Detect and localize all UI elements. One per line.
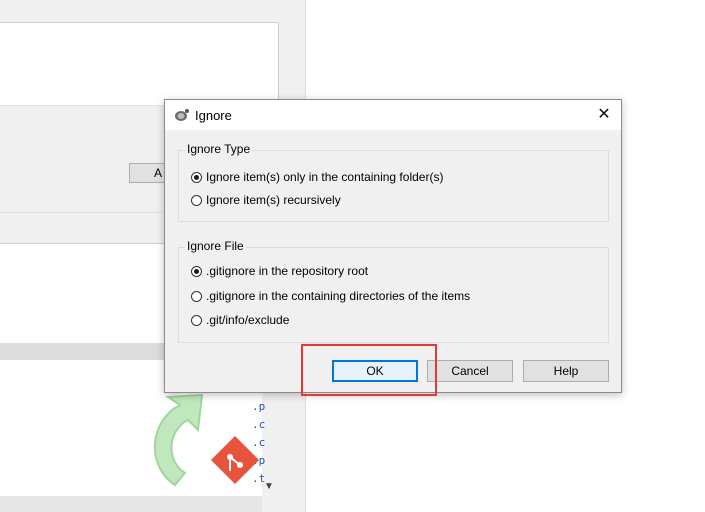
radio-label: Ignore item(s) recursively — [206, 193, 341, 207]
radio-ignore-containing-folder[interactable]: Ignore item(s) only in the containing fo… — [191, 169, 443, 185]
radio-gitignore-root[interactable]: .gitignore in the repository root — [191, 263, 368, 279]
tortoisegit-icon — [175, 109, 189, 121]
help-button[interactable]: Help — [523, 360, 609, 382]
radio-label: .git/info/exclude — [206, 313, 290, 327]
background-panel — [0, 22, 279, 106]
ignore-file-group: Ignore File .gitignore in the repository… — [178, 239, 609, 343]
radio-button[interactable] — [191, 265, 202, 277]
radio-button[interactable] — [191, 194, 202, 206]
group-label: Ignore File — [185, 239, 246, 253]
radio-button[interactable] — [191, 171, 202, 183]
radio-button[interactable] — [191, 314, 202, 326]
tortoisegit-logo — [153, 393, 260, 487]
title-bar[interactable]: Ignore ✕ — [165, 100, 621, 130]
cancel-button[interactable]: Cancel — [427, 360, 513, 382]
dialog-title: Ignore — [195, 108, 232, 123]
ignore-type-group: Ignore Type Ignore item(s) only in the c… — [178, 142, 609, 222]
close-icon: ✕ — [597, 106, 611, 123]
horizontal-scrollbar[interactable] — [0, 496, 262, 512]
radio-button[interactable] — [191, 290, 202, 302]
radio-gitignore-containing-dirs[interactable]: .gitignore in the containing directories… — [191, 288, 470, 304]
radio-ignore-recursively[interactable]: Ignore item(s) recursively — [191, 192, 341, 208]
ok-highlight-annotation — [301, 344, 437, 396]
chevron-down-icon[interactable]: ▼ — [264, 481, 274, 492]
group-label: Ignore Type — [185, 142, 253, 156]
close-button[interactable]: ✕ — [587, 100, 621, 130]
radio-label: Ignore item(s) only in the containing fo… — [206, 170, 444, 184]
radio-label: .gitignore in the containing directories… — [206, 289, 471, 303]
radio-git-info-exclude[interactable]: .git/info/exclude — [191, 312, 289, 328]
radio-label: .gitignore in the repository root — [206, 264, 369, 278]
